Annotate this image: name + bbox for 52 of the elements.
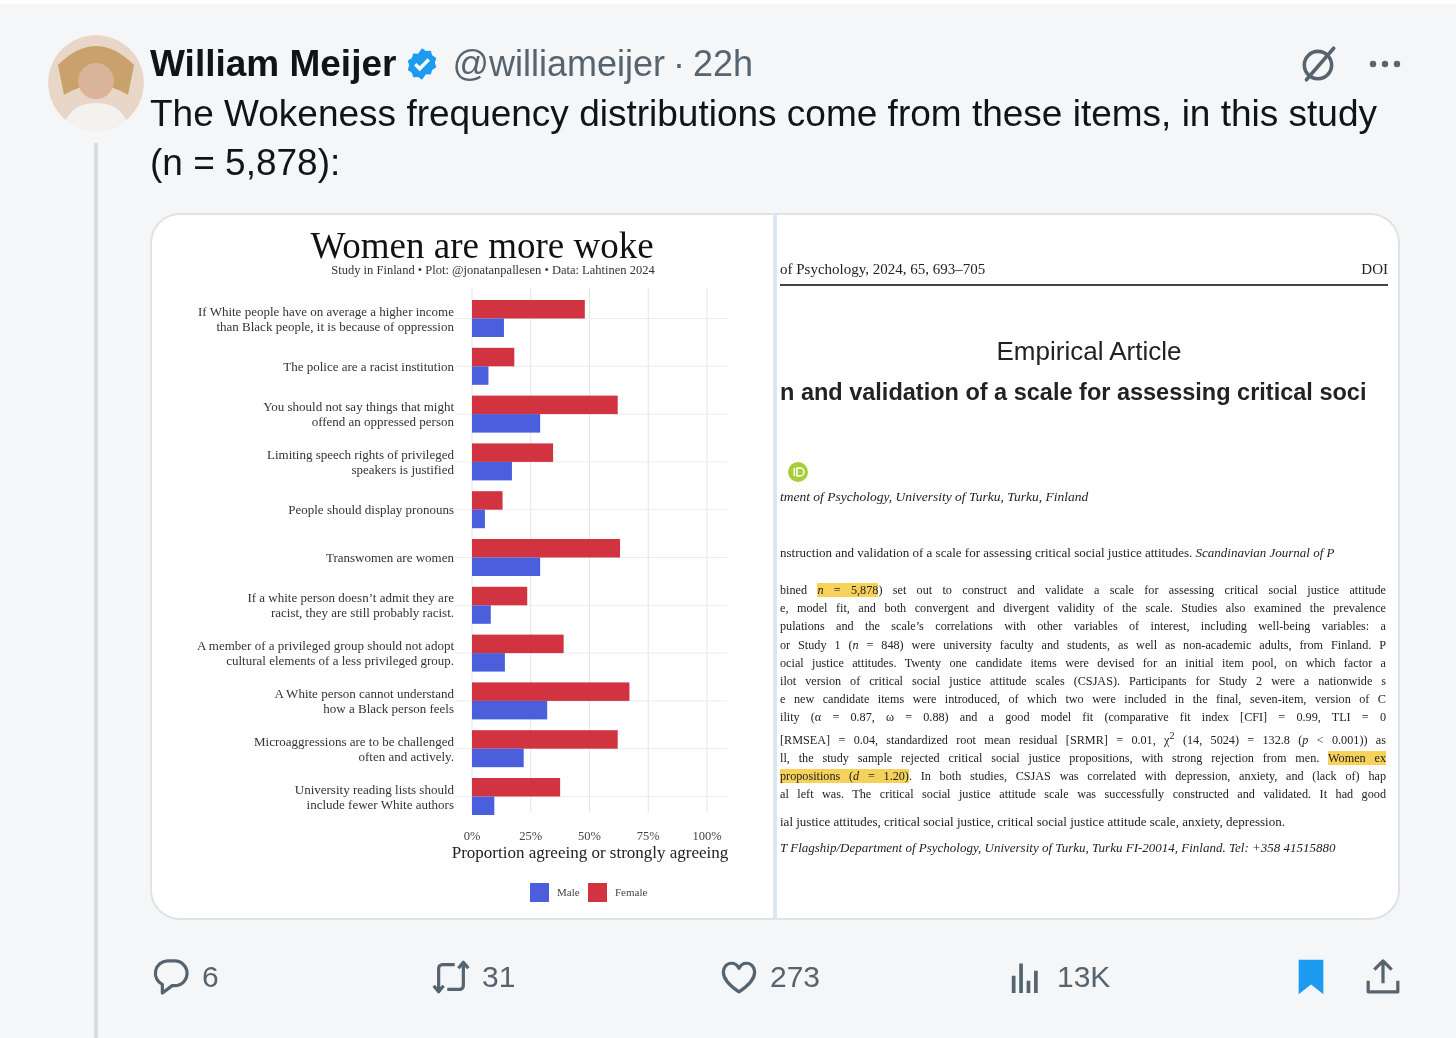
category-label: If White people have on average a higher income than Black people, it is because of oppression (197, 303, 454, 334)
category-label: Transwomen are women (325, 550, 454, 565)
reply-count[interactable]: 6 (202, 960, 219, 994)
category-label: A member of a privileged group should not adopt cultural elements of a less privileged group. (196, 638, 454, 669)
chart-subtitle: Study in Finland • Plot: @jonatanpallesen • Data: Lahtinen 2024 (331, 263, 655, 277)
separator: · (673, 43, 685, 85)
abstract-line: propositions (d = 1.20). In both studies, CSJAS was correlated with depression, anxiety, and (lack of) hap (780, 768, 1386, 786)
author-handle[interactable]: @williameijer (452, 43, 665, 85)
abstract-line: or Study 1 (n = 848) were university faculty and students, as well as non-academic adults, from Finland. P (780, 636, 1386, 654)
citation: nstruction and validation of a scale for assessing critical social justice attitudes. Scandinavian Journal of P (780, 545, 1335, 561)
abstract-line: ocial justice attitudes. Twenty one candidate items were devised for an initial item pool, on which factor a (780, 654, 1386, 672)
chart-title: Women are more woke (310, 225, 654, 266)
tick-label: 0% (463, 829, 481, 843)
tweet-text: The Wokeness frequency distributions come from these items, in this study (n = 5,878): (150, 92, 1379, 185)
axis-title: Proportion agreeing or strongly agreeing (451, 843, 729, 862)
media-card[interactable] (150, 213, 1400, 920)
abstract-line: bined n = 5,878) set out to construct and validate a scale for assessing critical social justice attitude (780, 582, 1386, 599)
affiliation: tment of Psychology, University of Turku, Turku, Finland (780, 489, 1089, 505)
category-label: A White person cannot understand how a Black person feels (274, 685, 454, 716)
tick-label: 100% (692, 829, 722, 843)
abstract-line: ilot version of critical social justice attitude scales (CSJAS). Participants for Study 2 were a nationwide s (780, 673, 1386, 690)
correspondence: T Flagship/Department of Psychology, University of Turku, Turku FI-20014, Finland. Tel: +358 41515880 (780, 839, 1336, 856)
timestamp[interactable]: 22h (693, 43, 754, 85)
abstract-line: e new candidate items were introduced, of which two were included in the final, seven-item, version of C (780, 691, 1386, 709)
category-label: People should display pronouns (288, 502, 454, 518)
article-title: n and validation of a scale for assessing critical soci (780, 379, 1367, 406)
like-count[interactable]: 273 (770, 960, 821, 994)
category-label: Microaggressions are to be challenged often and actively. (254, 733, 454, 764)
category-label: You should not say things that might offend an oppressed person (263, 399, 454, 430)
tick-label: 50% (578, 829, 601, 843)
running-header: of Psychology, 2024, 65, 693–705 (780, 261, 986, 278)
legend-label: Female (615, 886, 648, 898)
views-count[interactable]: 13K (1057, 960, 1111, 994)
tick-label: 25% (519, 829, 543, 843)
doi-label: DOI (1361, 261, 1388, 278)
category-label: The police are a racist institution (283, 358, 454, 374)
category-label: University reading lists should include fewer White authors (294, 781, 454, 812)
keywords: ial justice attitudes, critical social justice, critical social justice attitude scale, anxiety, depression. (780, 813, 1285, 830)
more-icon[interactable] (1368, 59, 1402, 69)
abstract-line: e, model fit, and both convergent and divergent validity of the scale. Studies also examined the prevalence (780, 600, 1386, 618)
legend-label: Male (557, 886, 580, 898)
category-label: Limiting speech rights of privileged speakers is justified (267, 446, 454, 477)
author-name[interactable]: William Meijer (150, 43, 397, 85)
tick-label: 75% (636, 829, 660, 843)
abstract-line: pulations and the scale’s correlations with other variables of interest, including well-being variables: a (780, 618, 1386, 636)
abstract-line: al left was. The critical social justice attitude scale was successfully constructed and validated. It had good (780, 786, 1386, 804)
abstract-line: ility (α = 0.87, ω = 0.88) and a good model fit (comparative fit index [CFI] = 0.99, TLI = 0 (780, 709, 1386, 727)
section-heading: Empirical Article (996, 336, 1182, 367)
abstract-line: [RMSEA] = 0.04, standardized root mean residual [SRMR] = 0.01, χ$^{2}$ (14, 5024) = 132.8 (p < 0.001)) as (780, 728, 1386, 749)
abstract-line: ll, the study sample rejected critical social justice propositions, with strong rejection from men. Women ex (780, 749, 1386, 767)
category-label: If a white person doesn’t admit they are racist, they are still probably racist. (247, 590, 454, 621)
repost-count[interactable]: 31 (482, 960, 516, 994)
